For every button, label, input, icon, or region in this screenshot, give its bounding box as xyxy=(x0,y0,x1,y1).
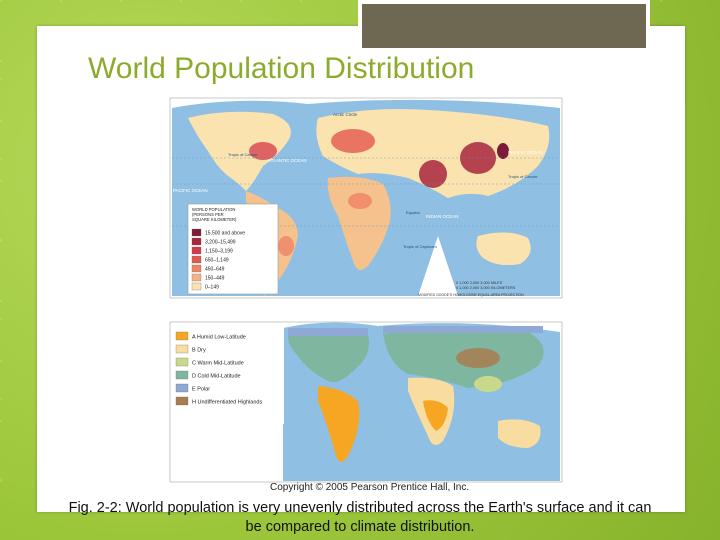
label-tropic-capricorn: Tropic of Capricorn xyxy=(403,244,437,249)
label-indian-ocean: INDIAN OCEAN xyxy=(426,214,459,219)
population-legend-swatch xyxy=(191,282,202,291)
label-equator: Equator xyxy=(406,210,421,215)
label-tropic-cancer-left: Tropic of Cancer xyxy=(228,152,258,157)
climate-legend-label: H Undifferentiated Highlands xyxy=(192,400,262,406)
population-legend-label: 3,200–15,499 xyxy=(205,240,236,246)
density-west-africa xyxy=(348,193,372,209)
climate-warm-asia xyxy=(474,376,502,392)
population-legend-label: 0–149 xyxy=(205,285,219,291)
maps-svg: Arctic Circle ATLANTIC OCEAN PACIFIC OCE… xyxy=(169,97,563,483)
climate-map: A Humid Low-Latitude B Dry C Warm Mid-Lati… xyxy=(169,321,563,483)
climate-legend-label: C Warm Mid-Latitude xyxy=(192,361,244,367)
population-legend-swatch xyxy=(191,237,202,246)
climate-polar-eurasia xyxy=(383,326,543,333)
climate-legend-label: B Dry xyxy=(192,348,206,354)
copyright-notice: Copyright © 2005 Pearson Prentice Hall, … xyxy=(270,482,470,493)
population-legend-label: 150–449 xyxy=(205,276,225,282)
population-legend-title: SQUARE KILOMETER) xyxy=(192,217,237,222)
slide-header-tab xyxy=(358,0,650,52)
population-legend-swatch xyxy=(191,228,202,237)
label-pacific-ocean-left: PACIFIC OCEAN xyxy=(173,188,208,193)
climate-legend-swatch xyxy=(175,383,189,393)
climate-polar-north xyxy=(288,328,368,336)
map-figure: Arctic Circle ATLANTIC OCEAN PACIFIC OCE… xyxy=(168,96,564,496)
population-legend-swatch xyxy=(191,246,202,255)
figure-caption: Fig. 2-2: World population is very uneve… xyxy=(68,500,652,535)
population-legend-swatch xyxy=(191,273,202,282)
climate-legend-swatch xyxy=(175,396,189,406)
label-atlantic-ocean: ATLANTIC OCEAN xyxy=(268,158,307,163)
population-map: Arctic Circle ATLANTIC OCEAN PACIFIC OCE… xyxy=(169,97,563,299)
density-brazil xyxy=(278,236,294,256)
climate-legend-swatch xyxy=(175,357,189,367)
climate-highlands-asia xyxy=(456,348,500,368)
population-legend-label: 1,150–3,199 xyxy=(205,249,233,255)
climate-legend-swatch xyxy=(175,331,189,341)
projection-note: MODIFIED GOODE'S HOMOLOSINE EQUAL-AREA P… xyxy=(418,293,524,297)
scale-kilometers: 0 1,000 2,000 3,000 KILOMETERS xyxy=(456,286,516,290)
population-legend-swatch xyxy=(191,255,202,264)
label-arctic-circle: Arctic Circle xyxy=(333,112,357,117)
population-legend-label: 15,500 and above xyxy=(205,231,245,237)
scale-miles: 0 1,000 2,000 3,000 MILES xyxy=(456,281,503,285)
population-legend-label: 650–1,149 xyxy=(205,258,229,264)
label-pacific-ocean-right: PACIFIC OCEAN xyxy=(508,150,543,155)
climate-legend-swatch xyxy=(175,344,189,354)
climate-legend-label: E Polar xyxy=(192,387,210,393)
density-europe xyxy=(331,129,375,153)
climate-legend-swatch xyxy=(175,370,189,380)
climate-legend-label: D Cold Mid-Latitude xyxy=(192,374,241,380)
climate-legend-label: A Humid Low-Latitude xyxy=(192,335,246,341)
label-tropic-cancer-right: Tropic of Cancer xyxy=(508,174,538,179)
population-legend-swatch xyxy=(191,264,202,273)
slide-title: World Population Distribution xyxy=(88,52,475,85)
population-legend-label: 450–649 xyxy=(205,267,225,273)
